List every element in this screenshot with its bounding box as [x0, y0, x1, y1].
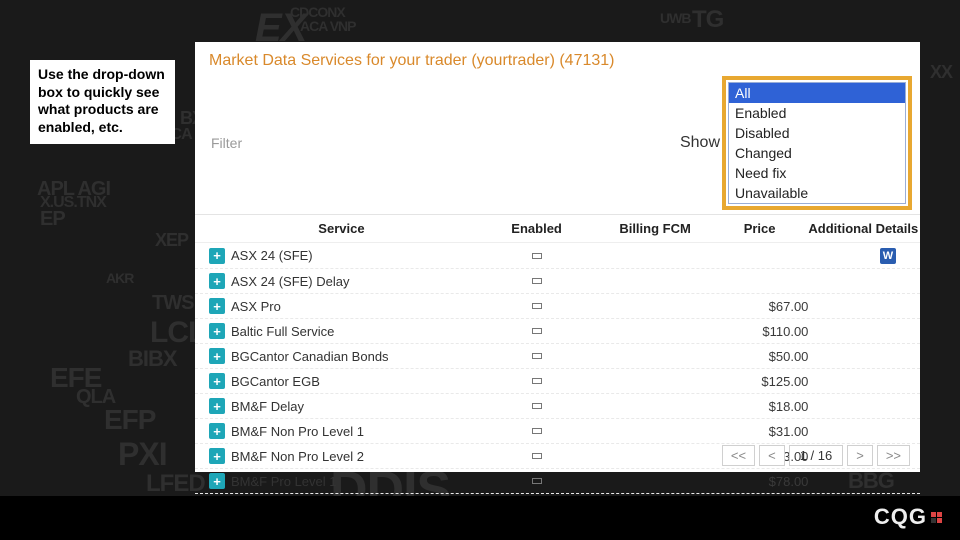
- enabled-indicator[interactable]: [532, 428, 542, 434]
- col-additional: Additional Details: [808, 221, 918, 236]
- expand-icon[interactable]: +: [209, 473, 225, 489]
- dropdown-option[interactable]: Enabled: [729, 103, 905, 123]
- expand-icon[interactable]: +: [209, 348, 225, 364]
- table-row: + BM&F Pro Level 1 $78.00: [195, 469, 920, 494]
- price-cell: $78.00: [711, 474, 809, 489]
- price-cell: $125.00: [711, 374, 809, 389]
- col-price: Price: [711, 221, 809, 236]
- bg-word: XX: [930, 62, 952, 83]
- pager-prev[interactable]: <: [759, 445, 785, 466]
- filter-input[interactable]: [209, 131, 613, 156]
- enabled-indicator[interactable]: [532, 453, 542, 459]
- expand-icon[interactable]: +: [209, 398, 225, 414]
- service-name: ASX 24 (SFE): [231, 248, 313, 263]
- col-enabled: Enabled: [474, 221, 599, 236]
- pager: << < 1 / 16 > >>: [722, 445, 910, 466]
- market-data-panel: Market Data Services for your trader (yo…: [195, 42, 920, 472]
- table-row: + BGCantor Canadian Bonds $50.00: [195, 344, 920, 369]
- price-cell: $31.00: [711, 424, 809, 439]
- bg-word: EP: [40, 208, 65, 231]
- pager-current: 1 / 16: [789, 445, 844, 466]
- pager-next[interactable]: >: [847, 445, 873, 466]
- pager-first[interactable]: <<: [722, 445, 755, 466]
- annotation-callout: Use the drop-down box to quickly see wha…: [30, 60, 175, 144]
- logo-text: CQG: [874, 504, 927, 530]
- expand-icon[interactable]: +: [209, 298, 225, 314]
- enabled-indicator[interactable]: [532, 378, 542, 384]
- enabled-indicator[interactable]: [532, 253, 542, 259]
- pager-last[interactable]: >>: [877, 445, 910, 466]
- service-name: BM&F Pro Level 1: [231, 474, 337, 489]
- bg-word: XEP: [155, 230, 188, 251]
- table-row: + BGCantor EGB $125.00: [195, 369, 920, 394]
- bg-word: EFP: [104, 404, 155, 436]
- show-dropdown-wrap: AllEnabledDisabledChangedNeed fixUnavail…: [728, 82, 906, 204]
- col-service: Service: [209, 221, 474, 236]
- service-name: BM&F Non Pro Level 2: [231, 449, 364, 464]
- service-name: BM&F Non Pro Level 1: [231, 424, 364, 439]
- expand-icon[interactable]: +: [209, 423, 225, 439]
- enabled-indicator[interactable]: [532, 403, 542, 409]
- bg-word: ACA VNP: [300, 18, 356, 34]
- service-name: ASX 24 (SFE) Delay: [231, 274, 350, 289]
- cqg-logo: CQG: [874, 504, 942, 530]
- expand-icon[interactable]: +: [209, 448, 225, 464]
- col-billing-fcm: Billing FCM: [599, 221, 711, 236]
- dropdown-option[interactable]: Changed: [729, 143, 905, 163]
- table-row: + ASX 24 (SFE) Delay: [195, 269, 920, 294]
- details-badge-icon[interactable]: W: [880, 248, 896, 264]
- bg-word: PXI: [118, 436, 167, 473]
- price-cell: $110.00: [711, 324, 809, 339]
- table-header-row: Service Enabled Billing FCM Price Additi…: [195, 215, 920, 243]
- service-name: Baltic Full Service: [231, 324, 334, 339]
- expand-icon[interactable]: +: [209, 248, 225, 264]
- enabled-indicator[interactable]: [532, 353, 542, 359]
- table-row: + ASX 24 (SFE) W: [195, 243, 920, 269]
- dropdown-option[interactable]: Need fix: [729, 163, 905, 183]
- dropdown-option[interactable]: Unavailable: [729, 183, 905, 203]
- price-cell: $50.00: [711, 349, 809, 364]
- bg-word: UWB: [660, 10, 690, 26]
- footer-bar: CQG: [0, 496, 960, 540]
- expand-icon[interactable]: +: [209, 373, 225, 389]
- show-label: Show: [680, 134, 728, 152]
- panel-toolbar: Show AllEnabledDisabledChangedNeed fixUn…: [195, 78, 920, 215]
- dropdown-option[interactable]: Disabled: [729, 123, 905, 143]
- service-name: ASX Pro: [231, 299, 281, 314]
- bg-word: BIBX: [128, 346, 177, 372]
- table-row: + BM&F Delay $18.00: [195, 394, 920, 419]
- table-row: + BM&F Non Pro Level 1 $31.00: [195, 419, 920, 444]
- enabled-indicator[interactable]: [532, 328, 542, 334]
- expand-icon[interactable]: +: [209, 273, 225, 289]
- price-cell: $18.00: [711, 399, 809, 414]
- table-row: + Baltic Full Service $110.00: [195, 319, 920, 344]
- dropdown-option[interactable]: All: [729, 83, 905, 103]
- enabled-indicator[interactable]: [532, 303, 542, 309]
- bg-word: AKR: [106, 270, 133, 286]
- service-name: BGCantor Canadian Bonds: [231, 349, 389, 364]
- bg-word: TG: [692, 6, 723, 34]
- enabled-indicator[interactable]: [532, 278, 542, 284]
- logo-squares-icon: [931, 512, 942, 523]
- service-name: BM&F Delay: [231, 399, 304, 414]
- service-name: BGCantor EGB: [231, 374, 320, 389]
- table-row: + ASX Pro $67.00: [195, 294, 920, 319]
- enabled-indicator[interactable]: [532, 478, 542, 484]
- price-cell: $67.00: [711, 299, 809, 314]
- bg-word: TWS: [152, 292, 193, 315]
- show-dropdown[interactable]: AllEnabledDisabledChangedNeed fixUnavail…: [728, 82, 906, 204]
- filter-wrap: [209, 131, 613, 156]
- expand-icon[interactable]: +: [209, 323, 225, 339]
- panel-title: Market Data Services for your trader (yo…: [195, 42, 920, 78]
